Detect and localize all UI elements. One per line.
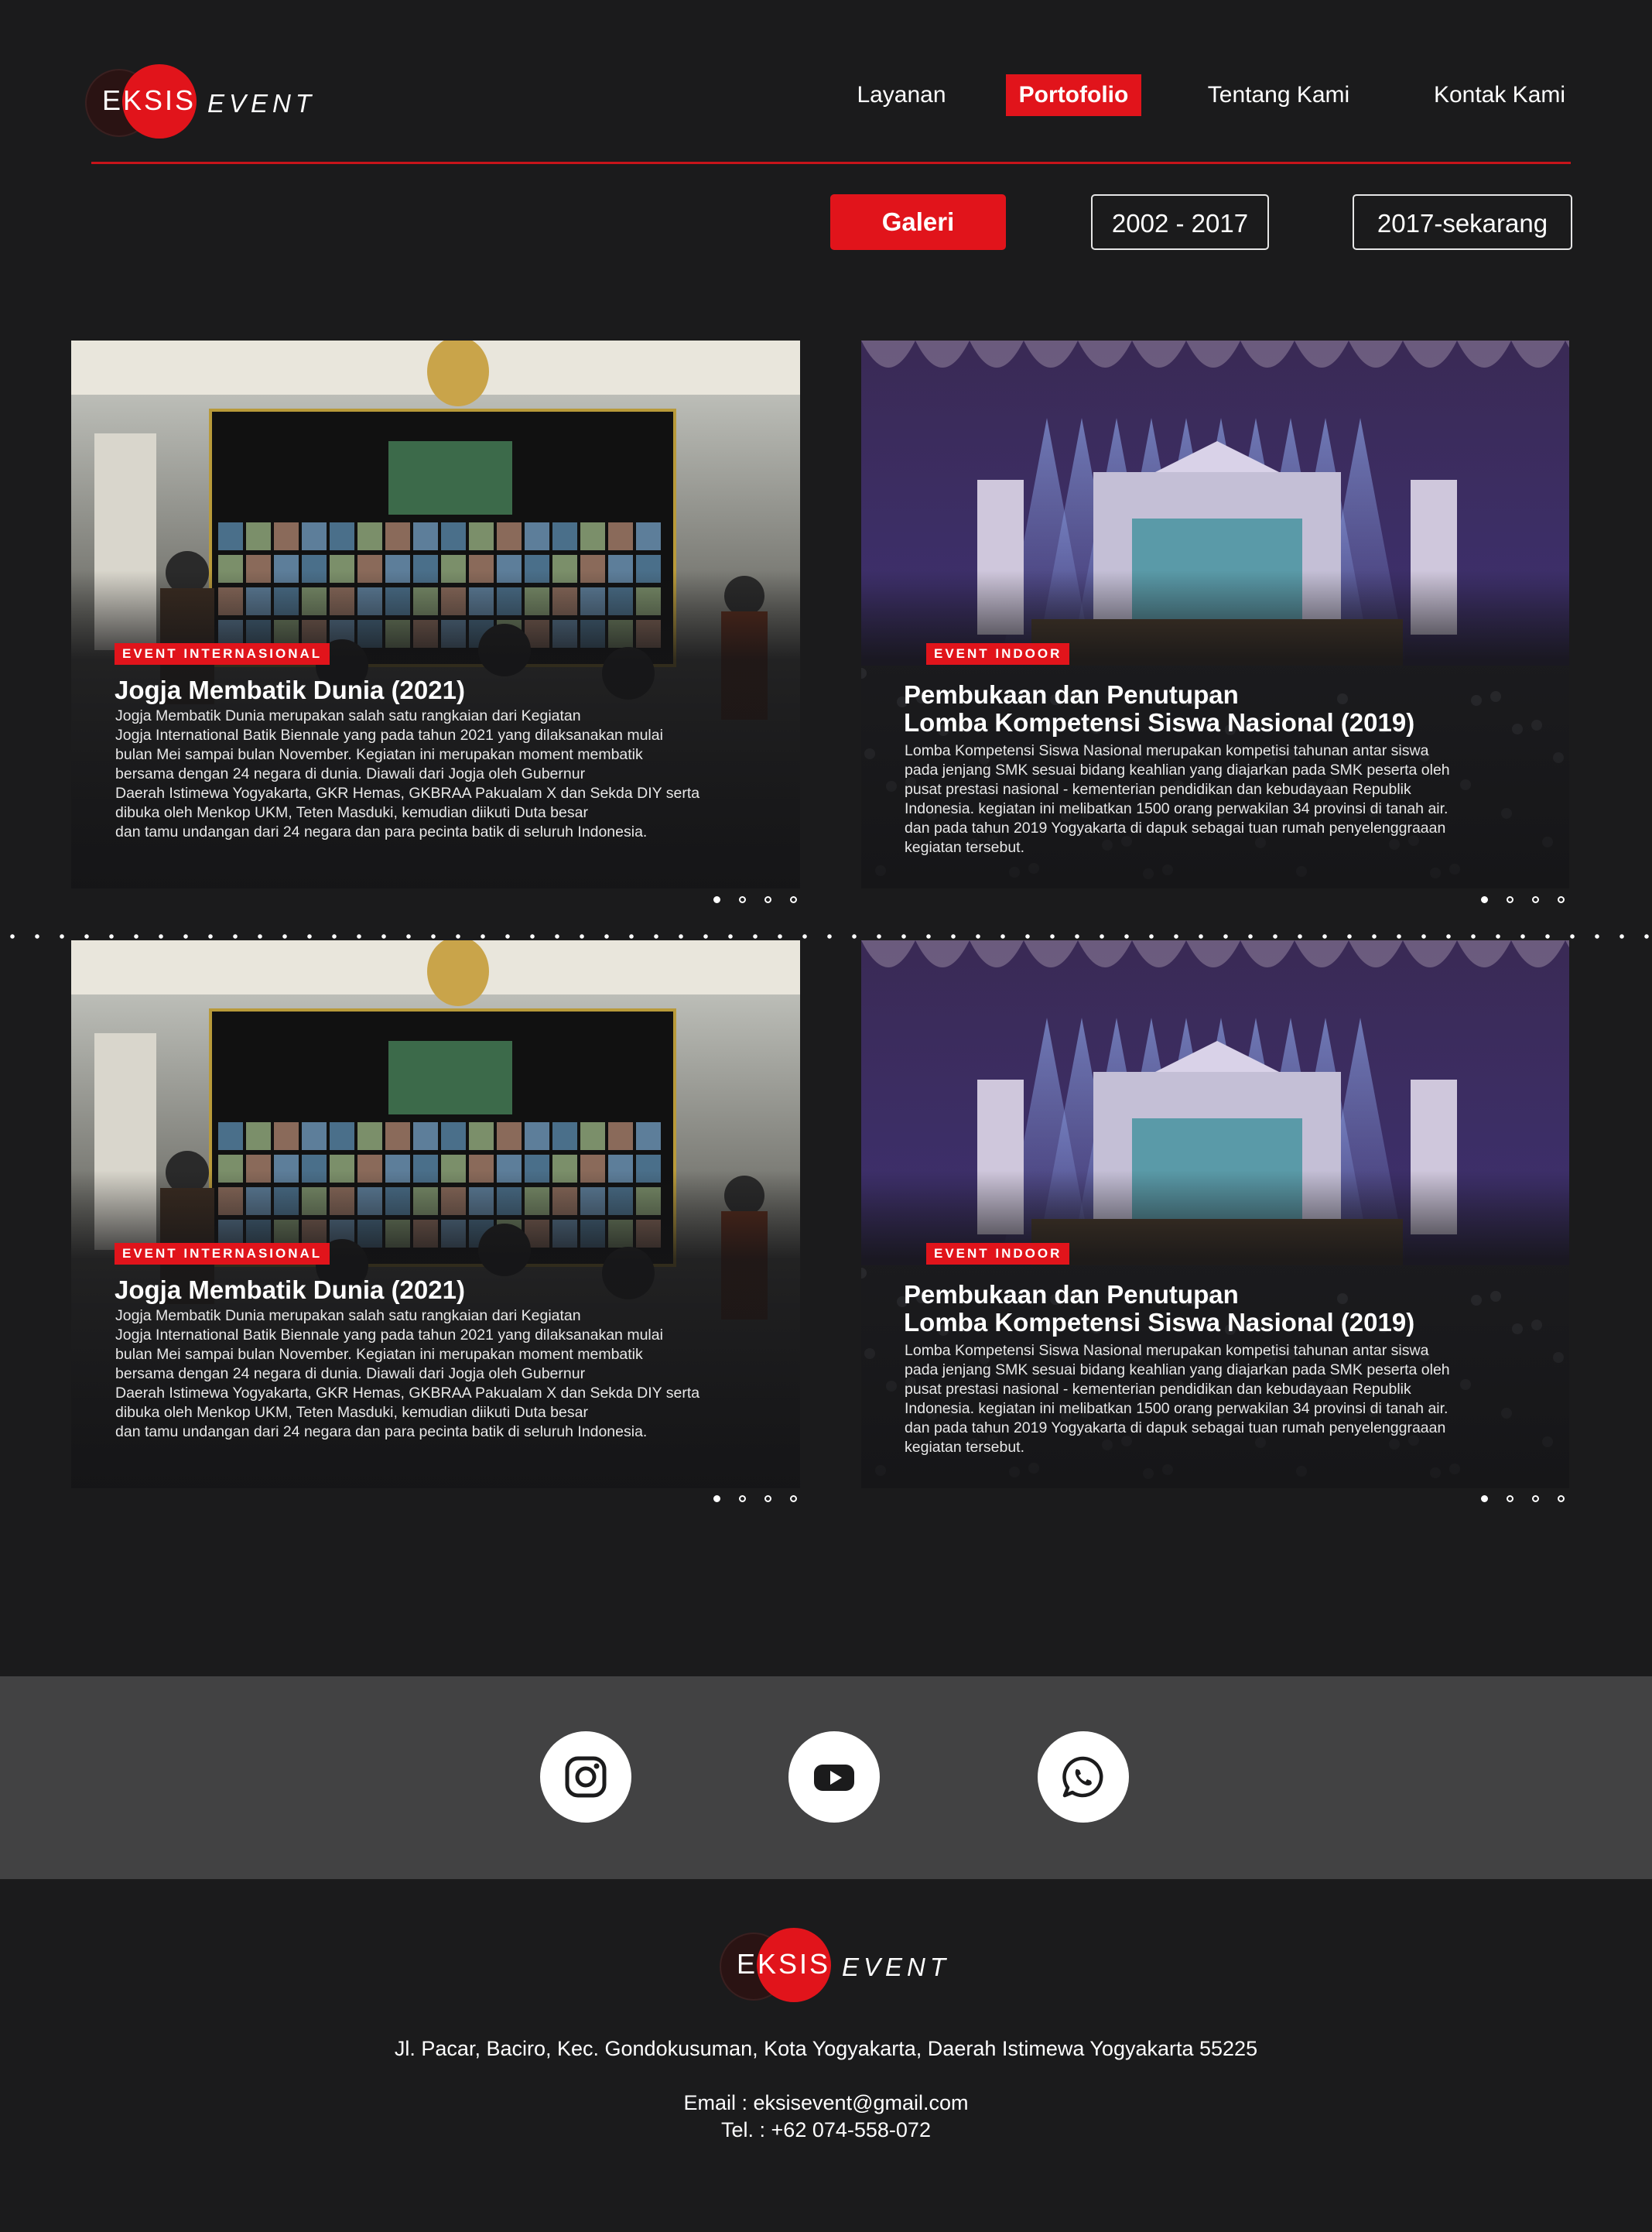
- card-title-line: Pembukaan dan Penutupan: [904, 680, 1239, 709]
- card-category-badge: EVENT INTERNASIONAL: [115, 1243, 330, 1265]
- card-title-line: Lomba Kompetensi Siswa Nasional (2019): [904, 708, 1415, 737]
- card-description-line: Indonesia. kegiatan ini melibatkan 1500 …: [905, 1400, 1448, 1417]
- logo-word-event: EVENT: [842, 1953, 951, 1981]
- carousel-dot[interactable]: [790, 1495, 797, 1502]
- card-description-line: pada jenjang SMK sesuai bidang keahlian …: [905, 762, 1450, 779]
- card-description-line: pada jenjang SMK sesuai bidang keahlian …: [905, 1361, 1450, 1378]
- carousel-dot[interactable]: [764, 896, 771, 903]
- row-separator-dots: [0, 934, 1652, 939]
- card-description-line: Jogja Membatik Dunia merupakan salah sat…: [115, 1307, 581, 1324]
- carousel-dot[interactable]: [1507, 1495, 1513, 1502]
- carousel-dot[interactable]: [1558, 1495, 1565, 1502]
- card-description-line: Indonesia. kegiatan ini melibatkan 1500 …: [905, 800, 1448, 817]
- carousel-dot[interactable]: [1558, 896, 1565, 903]
- nav-kontak-kami[interactable]: Kontak Kami: [1422, 74, 1577, 116]
- footer-logo[interactable]: EKSIS EVENT: [720, 1928, 946, 2002]
- carousel-dot[interactable]: [790, 896, 797, 903]
- card-description-line: Lomba Kompetensi Siswa Nasional merupaka…: [905, 742, 1429, 759]
- card-description-line: dan pada tahun 2019 Yogyakarta di dapuk …: [905, 1419, 1446, 1436]
- card-description-line: bersama dengan 24 negara di dunia. Diawa…: [115, 1365, 586, 1382]
- footer-address: Jl. Pacar, Baciro, Kec. Gondokusuman, Ko…: [394, 2037, 1258, 2060]
- nav-tentang-kami[interactable]: Tentang Kami: [1195, 74, 1362, 116]
- carousel-dots: [713, 896, 806, 909]
- portfolio-card-jogja-membatik[interactable]: EVENT INTERNASIONAL Jogja Membatik Dunia …: [71, 940, 800, 1488]
- card-description-line: bersama dengan 24 negara di dunia. Diawa…: [115, 765, 586, 782]
- portfolio-card-lksn[interactable]: EVENT INDOOR Pembukaan dan Penutupan Lomba…: [861, 341, 1569, 888]
- carousel-dot[interactable]: [713, 896, 720, 903]
- filter-2017-sekarang-button[interactable]: 2017-sekarang: [1353, 194, 1572, 250]
- card-title-line: Pembukaan dan Penutupan: [904, 1280, 1239, 1309]
- carousel-dots: [713, 1495, 806, 1508]
- footer-email[interactable]: Email : eksisevent@gmail.com: [0, 2091, 1652, 2115]
- carousel-dot[interactable]: [1481, 896, 1488, 903]
- youtube-icon: [814, 1765, 854, 1791]
- nav-layanan[interactable]: Layanan: [840, 74, 963, 116]
- filter-2002-2017-button[interactable]: 2002 - 2017: [1091, 194, 1269, 250]
- card-description-line: dan tamu undangan dari 24 negara dan par…: [115, 823, 648, 840]
- carousel-dots: [1481, 896, 1574, 909]
- carousel-dots: [1481, 1495, 1574, 1508]
- logo-word-eksis: EKSIS: [737, 1948, 831, 1980]
- nav-portofolio[interactable]: Portofolio: [1006, 74, 1141, 116]
- logo-word-event: EVENT: [207, 89, 316, 118]
- card-description-line: Jogja International Batik Biennale yang …: [115, 727, 663, 744]
- card-description-line: dan pada tahun 2019 Yogyakarta di dapuk …: [905, 820, 1446, 837]
- card-description-line: pusat prestasi nasional - kementerian pe…: [905, 781, 1411, 798]
- card-category-badge: EVENT INTERNASIONAL: [115, 643, 330, 665]
- header-logo[interactable]: EKSIS EVENT: [85, 64, 311, 139]
- youtube-button[interactable]: [788, 1731, 880, 1823]
- card-description-line: pusat prestasi nasional - kementerian pe…: [905, 1381, 1411, 1398]
- card-description-line: kegiatan tersebut.: [905, 1439, 1025, 1456]
- card-title: Jogja Membatik Dunia (2021): [115, 676, 465, 704]
- card-category-badge: EVENT INDOOR: [926, 1243, 1070, 1265]
- carousel-dot[interactable]: [1507, 896, 1513, 903]
- carousel-dot[interactable]: [739, 1495, 746, 1502]
- logo-word-eksis: EKSIS: [102, 84, 197, 116]
- card-description-line: dibuka oleh Menkop UKM, Teten Masduki, k…: [115, 1404, 588, 1421]
- card-description-line: Daerah Istimewa Yogyakarta, GKR Hemas, G…: [115, 1385, 700, 1402]
- card-description-line: kegiatan tersebut.: [905, 839, 1025, 856]
- carousel-dot[interactable]: [764, 1495, 771, 1502]
- whatsapp-icon: [1062, 1756, 1103, 1798]
- carousel-dot[interactable]: [1532, 896, 1539, 903]
- card-category-badge: EVENT INDOOR: [926, 643, 1070, 665]
- carousel-dot[interactable]: [739, 896, 746, 903]
- instagram-button[interactable]: [540, 1731, 631, 1823]
- card-description-line: dan tamu undangan dari 24 negara dan par…: [115, 1423, 648, 1440]
- card-description-line: Lomba Kompetensi Siswa Nasional merupaka…: [905, 1342, 1429, 1359]
- carousel-dot[interactable]: [713, 1495, 720, 1502]
- card-description-line: Daerah Istimewa Yogyakarta, GKR Hemas, G…: [115, 785, 700, 802]
- card-title: Jogja Membatik Dunia (2021): [115, 1275, 465, 1304]
- filter-galeri-button[interactable]: Galeri: [830, 194, 1006, 250]
- header-divider: [91, 162, 1571, 164]
- card-description-line: bulan Mei sampai bulan November. Kegiata…: [115, 1346, 643, 1363]
- card-description-line: Jogja International Batik Biennale yang …: [115, 1327, 663, 1344]
- card-description-line: bulan Mei sampai bulan November. Kegiata…: [115, 746, 643, 763]
- card-description-line: dibuka oleh Menkop UKM, Teten Masduki, k…: [115, 804, 588, 821]
- carousel-dot[interactable]: [1532, 1495, 1539, 1502]
- card-title-line: Lomba Kompetensi Siswa Nasional (2019): [904, 1308, 1415, 1337]
- portfolio-card-jogja-membatik[interactable]: EVENT INTERNASIONAL Jogja Membatik Dunia …: [71, 341, 800, 888]
- carousel-dot[interactable]: [1481, 1495, 1488, 1502]
- portfolio-card-lksn[interactable]: EVENT INDOOR Pembukaan dan Penutupan Lomba…: [861, 940, 1569, 1488]
- instagram-icon: [565, 1756, 607, 1798]
- footer-phone: Tel. : +62 074-558-072: [721, 2118, 931, 2141]
- whatsapp-button[interactable]: [1038, 1731, 1129, 1823]
- card-description-line: Jogja Membatik Dunia merupakan salah sat…: [115, 707, 581, 724]
